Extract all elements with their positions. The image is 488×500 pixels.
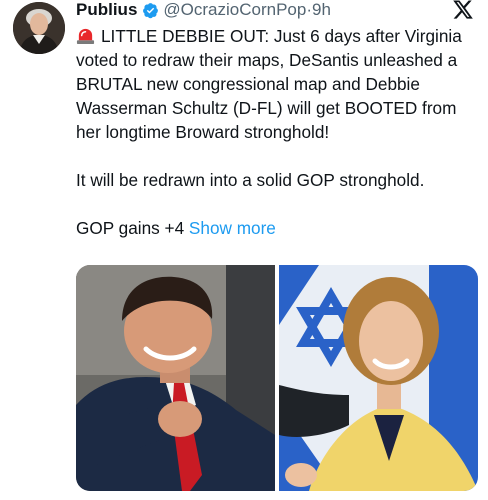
tweet-text-1: LITTLE DEBBIE OUT: Just 6 days after Vir… [76, 26, 462, 142]
tweet-paragraph-2: It will be redrawn into a solid GOP stro… [76, 170, 425, 190]
tweet-body: LITTLE DEBBIE OUT: Just 6 days after Vir… [76, 24, 480, 240]
x-logo-icon [453, 0, 473, 19]
post-time[interactable]: 9h [312, 0, 331, 20]
tweet-text-3: GOP gains +4 [76, 218, 185, 238]
tweet-paragraph-3: GOP gains +4 Show more [76, 216, 480, 240]
author-handle[interactable]: @OcrazioCornPop [163, 0, 306, 20]
media-photo-2[interactable] [279, 265, 478, 491]
author-name[interactable]: Publius [76, 0, 137, 20]
verified-badge-icon [143, 2, 159, 18]
police-siren-icon [76, 28, 95, 45]
media-grid [76, 265, 478, 491]
show-more-link[interactable]: Show more [189, 218, 276, 238]
tweet-header: Publius @OcrazioCornPop · 9h [76, 0, 331, 20]
tweet-paragraph-1: LITTLE DEBBIE OUT: Just 6 days after Vir… [76, 24, 480, 144]
avatar[interactable] [13, 2, 65, 54]
media-photo-1[interactable] [76, 265, 275, 491]
